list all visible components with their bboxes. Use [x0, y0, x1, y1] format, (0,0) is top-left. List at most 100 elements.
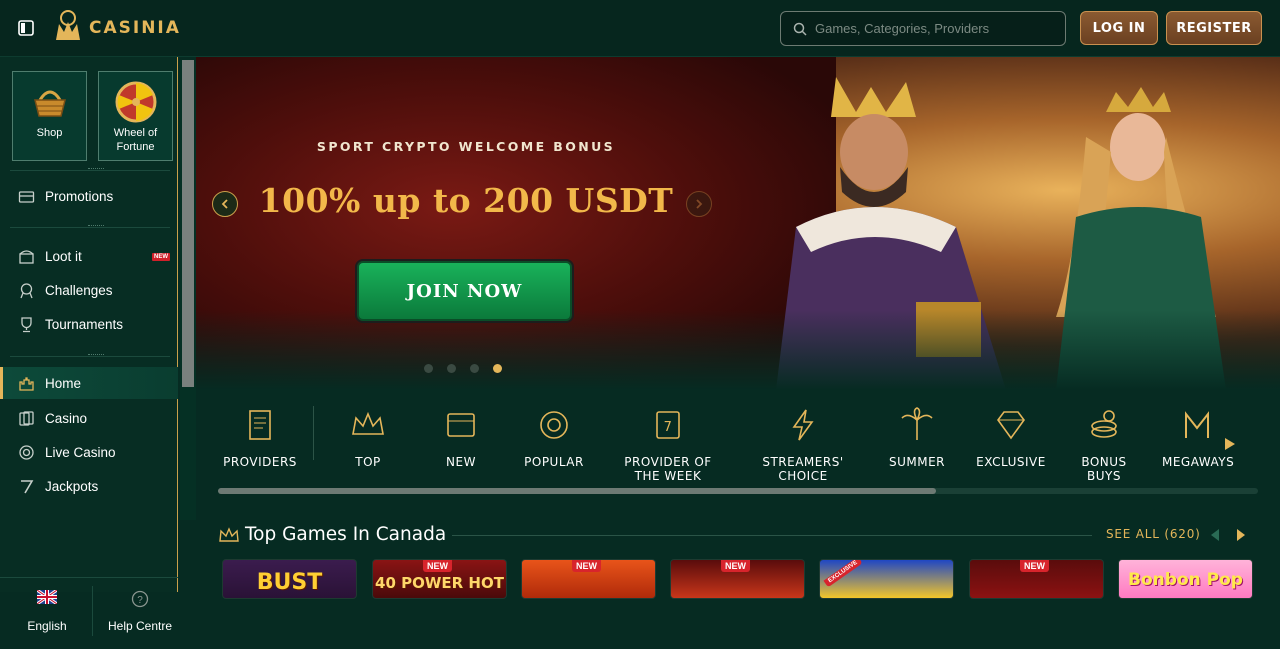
wheel-of-fortune-label: Wheel of Fortune: [113, 127, 158, 153]
sidebar-item-label: Promotions: [45, 188, 114, 204]
footer-divider: [92, 586, 93, 636]
login-button[interactable]: LOG IN: [1080, 11, 1158, 45]
logo[interactable]: CASINIA: [53, 10, 181, 46]
game-title: Bonbon Pop: [1128, 570, 1243, 590]
hero-next-button[interactable]: [686, 191, 712, 217]
sidebar: Shop Wheel of Fortune Promotions Loot it…: [0, 57, 178, 636]
game-card[interactable]: NEW: [521, 559, 656, 599]
sidebar-item-home[interactable]: Home: [0, 367, 178, 399]
sidebar-divider: [10, 354, 170, 357]
game-card[interactable]: Bonbon Pop: [1118, 559, 1253, 599]
sidebar-divider: [10, 225, 170, 228]
slide-dot-active[interactable]: [493, 364, 502, 373]
shop-tile[interactable]: Shop: [12, 71, 87, 161]
language-label: English: [27, 619, 67, 633]
search-input[interactable]: [815, 21, 1055, 36]
exclusive-badge: EXCLUSIVE: [823, 560, 863, 588]
category-provider-of-the-week[interactable]: 7 PROVIDER OF THE WEEK: [610, 400, 726, 483]
category-label: POPULAR: [524, 455, 584, 469]
section-divider: [452, 535, 1092, 536]
category-new[interactable]: NEW: [435, 400, 487, 469]
category-bar: PROVIDERS TOP NEW POPULAR 7 PROVIDER OF …: [210, 400, 1260, 490]
game-title: 40 POWER HOT: [375, 574, 504, 592]
new-badge: NEW: [152, 253, 170, 261]
sidebar-item-label: Loot it: [45, 248, 82, 264]
sidebar-item-label: Home: [45, 375, 82, 391]
language-selector[interactable]: English: [12, 588, 82, 633]
hero-title: 100% up to 200 USDT: [258, 181, 674, 220]
category-label: NEW: [446, 455, 476, 469]
slide-dot[interactable]: [424, 364, 433, 373]
basket-icon: [33, 90, 66, 117]
category-label: MEGAWAYS: [1162, 455, 1235, 469]
game-card[interactable]: NEW: [670, 559, 805, 599]
game-card[interactable]: EXCLUSIVE: [819, 559, 954, 599]
game-title: BUST: [256, 570, 323, 595]
diamond-icon: [997, 411, 1025, 440]
top-games-header: Top Games In Canada SEE ALL (620): [218, 520, 1258, 550]
sidebar-item-challenges[interactable]: Challenges: [0, 274, 178, 306]
megaways-icon: [1185, 411, 1209, 438]
search-box[interactable]: [780, 11, 1066, 46]
sidebar-item-label: Tournaments: [45, 316, 124, 332]
hero-prev-button[interactable]: [212, 191, 238, 217]
slide-dot[interactable]: [470, 364, 479, 373]
trophy-icon: [21, 316, 32, 332]
game-card[interactable]: NEW: [969, 559, 1104, 599]
category-label: TOP: [355, 455, 381, 469]
sidebar-scrollbar-thumb[interactable]: [182, 60, 194, 387]
category-separator: [313, 406, 314, 460]
chest-icon: [19, 249, 34, 264]
search-icon: [793, 22, 807, 36]
sidebar-item-label: Jackpots: [45, 478, 99, 494]
category-summer[interactable]: SUMMER: [886, 400, 948, 469]
top-games-title: Top Games In Canada: [245, 524, 447, 545]
castle-icon: [19, 376, 34, 391]
category-streamers-choice[interactable]: STREAMERS' CHOICE: [758, 400, 848, 483]
hero-banner[interactable]: SPORT CRYPTO WELCOME BONUS 100% up to 20…: [196, 57, 1280, 390]
help-centre-label: Help Centre: [107, 619, 173, 633]
category-exclusive[interactable]: EXCLUSIVE: [974, 400, 1048, 469]
sidebar-item-promotions[interactable]: Promotions: [0, 180, 178, 212]
category-megaways[interactable]: MEGAWAYS: [1162, 400, 1235, 469]
sidebar-item-casino[interactable]: Casino: [0, 402, 178, 434]
category-label: PROVIDER OF THE WEEK: [624, 455, 712, 483]
join-now-button[interactable]: JOIN NOW: [357, 261, 572, 321]
game-card[interactable]: BUST: [222, 559, 357, 599]
category-providers[interactable]: PROVIDERS: [220, 400, 300, 469]
new-badge: NEW: [1020, 560, 1049, 572]
sidebar-scrollbar[interactable]: [180, 60, 196, 520]
prev-games-icon[interactable]: [1208, 528, 1222, 542]
scroll-icon: [249, 410, 271, 440]
see-all-link[interactable]: SEE ALL (620): [1106, 527, 1201, 541]
crown-icon: [352, 411, 384, 435]
popular-icon: [540, 411, 568, 439]
crown-logo-icon: [56, 10, 80, 40]
category-top[interactable]: TOP: [342, 400, 394, 469]
category-label: STREAMERS' CHOICE: [762, 455, 844, 483]
coins-icon: [1091, 410, 1117, 438]
slot-icon: 7: [656, 411, 680, 439]
wheel-of-fortune-tile[interactable]: Wheel of Fortune: [98, 71, 173, 161]
shop-label: Shop: [36, 127, 63, 139]
new-badge: NEW: [721, 560, 750, 572]
category-bonus-buys[interactable]: BONUS BUYS: [1064, 400, 1144, 483]
svg-text:?: ?: [137, 595, 143, 606]
new-badge: NEW: [423, 560, 452, 572]
chevron-right-icon: [696, 199, 703, 209]
help-centre-link[interactable]: ? Help Centre: [100, 590, 180, 633]
category-scrollbar-thumb[interactable]: [218, 488, 936, 494]
register-button[interactable]: REGISTER: [1166, 11, 1262, 45]
sidebar-toggle-icon[interactable]: [17, 19, 35, 37]
sidebar-item-tournaments[interactable]: Tournaments: [0, 308, 178, 340]
categories-next-icon[interactable]: [1222, 436, 1238, 452]
slide-dot[interactable]: [447, 364, 456, 373]
category-popular[interactable]: POPULAR: [520, 400, 588, 469]
sidebar-item-jackpots[interactable]: Jackpots: [0, 470, 178, 502]
category-scrollbar[interactable]: [218, 488, 1258, 494]
game-card[interactable]: NEW 40 POWER HOT: [372, 559, 507, 599]
wheel-icon: [115, 81, 156, 123]
palm-icon: [901, 407, 933, 440]
next-games-icon[interactable]: [1234, 528, 1248, 542]
sidebar-item-live-casino[interactable]: Live Casino: [0, 436, 178, 468]
